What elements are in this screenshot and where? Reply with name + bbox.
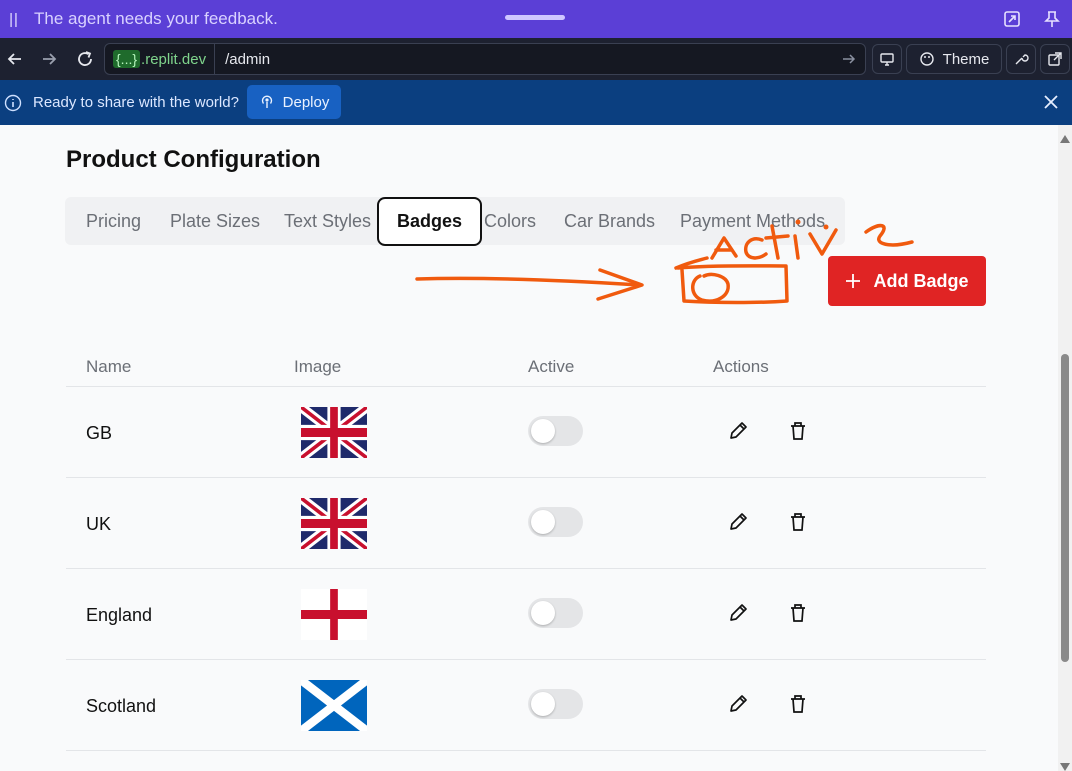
- tab-text-styles[interactable]: Text Styles: [284, 197, 371, 245]
- page-title: Product Configuration: [66, 146, 321, 173]
- trash-icon[interactable]: [787, 420, 809, 442]
- table-row: Scotland: [66, 660, 986, 751]
- forward-icon[interactable]: [38, 48, 60, 70]
- agent-feedback-message: The agent needs your feedback.: [34, 9, 278, 28]
- main-content: Product Configuration Pricing Plate Size…: [0, 125, 1058, 771]
- back-icon[interactable]: [4, 48, 26, 70]
- palette-icon: [919, 52, 934, 66]
- active-toggle[interactable]: [528, 598, 583, 628]
- pencil-icon[interactable]: [727, 693, 749, 715]
- union-jack-flag: [301, 498, 367, 549]
- tab-badges[interactable]: Badges: [377, 197, 483, 246]
- trash-icon[interactable]: [787, 693, 809, 715]
- table-row: GB: [66, 387, 986, 478]
- column-header-actions: Actions: [713, 357, 769, 376]
- table-header: Name Image Active Actions: [66, 335, 986, 387]
- pencil-icon[interactable]: [727, 602, 749, 624]
- vertical-scrollbar[interactable]: [1058, 125, 1072, 771]
- add-badge-button[interactable]: Add Badge: [828, 256, 986, 306]
- scrollbar-thumb[interactable]: [1061, 354, 1069, 662]
- column-header-image: Image: [294, 357, 342, 376]
- theme-button[interactable]: Theme: [906, 44, 1002, 74]
- column-header-active: Active: [528, 357, 575, 376]
- tab-car-brands[interactable]: Car Brands: [564, 197, 655, 245]
- pin-icon[interactable]: [1041, 8, 1063, 30]
- badge-name: England: [86, 605, 153, 625]
- monitor-icon: [880, 53, 894, 66]
- column-header-name: Name: [86, 357, 132, 376]
- tab-pricing[interactable]: Pricing: [86, 197, 141, 245]
- badge-name: GB: [86, 423, 113, 443]
- toggle-knob: [531, 510, 555, 534]
- tab-colors[interactable]: Colors: [484, 197, 536, 245]
- deploy-banner: Ready to share with the world? Deploy: [0, 80, 1072, 125]
- tab-plate-sizes[interactable]: Plate Sizes: [170, 197, 260, 245]
- reload-icon[interactable]: [74, 48, 96, 70]
- deploy-message: Ready to share with the world?: [33, 94, 239, 111]
- badge-name: UK: [86, 514, 112, 534]
- devtools-button[interactable]: [1006, 44, 1036, 74]
- toggle-knob: [531, 419, 555, 443]
- active-toggle[interactable]: [528, 416, 583, 446]
- trash-icon[interactable]: [787, 602, 809, 624]
- broadcast-icon: [261, 95, 272, 108]
- active-toggle[interactable]: [528, 689, 583, 719]
- pause-icon[interactable]: ||: [0, 11, 28, 28]
- table-row: England: [66, 569, 986, 660]
- deploy-label: Deploy: [282, 93, 330, 111]
- scroll-up-icon[interactable]: [1060, 130, 1070, 148]
- trash-icon[interactable]: [787, 511, 809, 533]
- tab-payment-methods[interactable]: Payment Methods: [680, 197, 825, 245]
- config-tabs: Pricing Plate Sizes Text Styles Badges C…: [65, 197, 845, 246]
- theme-label: Theme: [942, 50, 990, 68]
- info-icon: [4, 94, 22, 117]
- toggle-knob: [531, 692, 555, 716]
- url-path[interactable]: /admin: [215, 51, 270, 68]
- union-jack-flag: [301, 407, 367, 458]
- toggle-knob: [531, 601, 555, 625]
- scroll-down-icon[interactable]: [1060, 758, 1070, 771]
- saltire-flag: [301, 680, 367, 731]
- badge-name: Scotland: [86, 696, 157, 716]
- devices-button[interactable]: [872, 44, 902, 74]
- plus-icon: [846, 274, 861, 288]
- add-badge-label: Add Badge: [873, 270, 969, 291]
- drag-handle[interactable]: [505, 15, 565, 20]
- browser-toolbar: {...} .replit.dev /admin Theme: [0, 38, 1072, 80]
- close-icon[interactable]: [1043, 94, 1059, 115]
- url-host-brace: {...}: [113, 50, 141, 68]
- agent-feedback-bar: || The agent needs your feedback.: [0, 0, 1072, 38]
- expand-icon[interactable]: [1001, 8, 1023, 30]
- external-link-icon: [1048, 52, 1062, 66]
- open-new-tab-button[interactable]: [1040, 44, 1070, 74]
- go-arrow-icon[interactable]: [841, 51, 857, 72]
- address-bar[interactable]: {...} .replit.dev /admin: [104, 43, 866, 75]
- pencil-icon[interactable]: [727, 420, 749, 442]
- url-host: {...} .replit.dev: [105, 44, 216, 74]
- url-host-domain: .replit.dev: [141, 50, 207, 68]
- pencil-icon[interactable]: [727, 511, 749, 533]
- deploy-button[interactable]: Deploy: [247, 85, 341, 119]
- wrench-icon: [1015, 54, 1029, 65]
- active-toggle[interactable]: [528, 507, 583, 537]
- table-row: UK: [66, 478, 986, 569]
- st-george-cross-flag: [301, 589, 367, 640]
